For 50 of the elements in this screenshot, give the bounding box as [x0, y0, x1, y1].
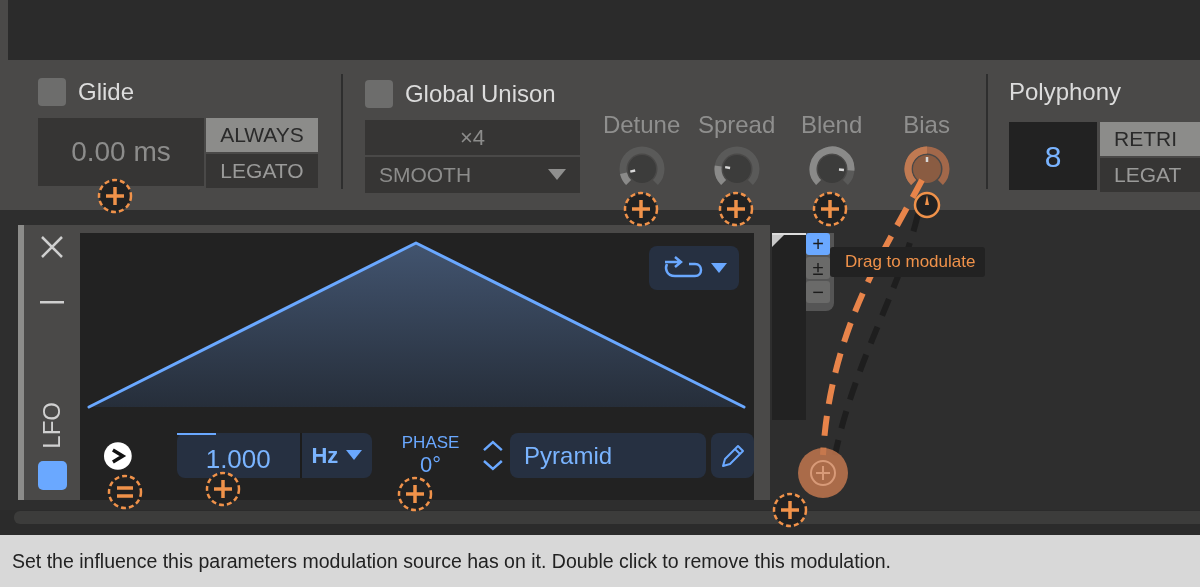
- caret-icon: [548, 169, 567, 181]
- mode-option[interactable]: RETRI: [1100, 122, 1200, 156]
- caret-icon: [711, 262, 727, 274]
- tooltip: Drag to modulate: [830, 247, 986, 277]
- modulation-target-icon[interactable]: [97, 178, 133, 214]
- pencil-icon: [719, 442, 746, 469]
- minimize-icon[interactable]: [40, 299, 64, 305]
- knob-label: Detune: [602, 110, 681, 140]
- modulation-target-icon[interactable]: [772, 492, 808, 528]
- modulation-mode-button[interactable]: −: [806, 281, 830, 303]
- close-icon[interactable]: [40, 235, 64, 259]
- checkbox[interactable]: [364, 80, 393, 108]
- modulation-target-icon[interactable]: [397, 476, 433, 512]
- drag-handle[interactable]: [797, 447, 849, 499]
- scrollbar[interactable]: [14, 511, 1200, 524]
- section-title: Polyphony: [1009, 77, 1123, 107]
- mode-option[interactable]: LEGATO: [206, 154, 318, 188]
- voice-count-field[interactable]: 8: [1009, 122, 1097, 190]
- modulation-target-icon[interactable]: [205, 471, 241, 507]
- section-title: Glide: [78, 77, 135, 107]
- play-icon[interactable]: [103, 440, 133, 471]
- modulation-target-icon[interactable]: [623, 191, 659, 227]
- modulation-target-icon[interactable]: [718, 191, 754, 227]
- modulation-mode-button[interactable]: ±: [806, 257, 830, 279]
- up-down-arrows-icon[interactable]: [482, 438, 505, 473]
- loop-mode-button[interactable]: [649, 246, 739, 290]
- mode-option[interactable]: LEGAT: [1100, 158, 1200, 192]
- time-field[interactable]: 0.00 ms: [38, 118, 204, 186]
- modulation-target-icon[interactable]: [107, 474, 143, 510]
- status-bar: Set the influence this parameters modulation source has on it. Double click to remove this modulation.: [0, 535, 1200, 587]
- unit-dropdown[interactable]: Hz: [301, 433, 372, 478]
- modulation-mode-button[interactable]: +: [806, 233, 830, 255]
- modulation-target-icon[interactable]: [812, 191, 848, 227]
- voices-field[interactable]: ×4: [364, 120, 581, 155]
- panel-title: LFO: [37, 402, 66, 449]
- phase-value[interactable]: 0°: [420, 452, 442, 477]
- knob-label: Bias: [903, 110, 950, 140]
- enable-toggle[interactable]: [37, 461, 67, 490]
- shape-field[interactable]: Pyramid: [510, 433, 707, 478]
- knob-label: Blend: [800, 110, 863, 140]
- knob-label: Spread: [697, 110, 776, 140]
- phase-label: PHASE: [401, 434, 460, 453]
- caret-icon: [346, 450, 363, 461]
- corner-icon: [772, 235, 784, 247]
- checkbox[interactable]: [38, 78, 66, 106]
- mode-option[interactable]: ALWAYS: [206, 118, 318, 152]
- section-title: Global Unison: [404, 79, 556, 109]
- modulation-amount-icon[interactable]: [912, 190, 942, 220]
- edit-button[interactable]: [711, 433, 754, 478]
- mode-dropdown[interactable]: SMOOTH: [364, 157, 581, 193]
